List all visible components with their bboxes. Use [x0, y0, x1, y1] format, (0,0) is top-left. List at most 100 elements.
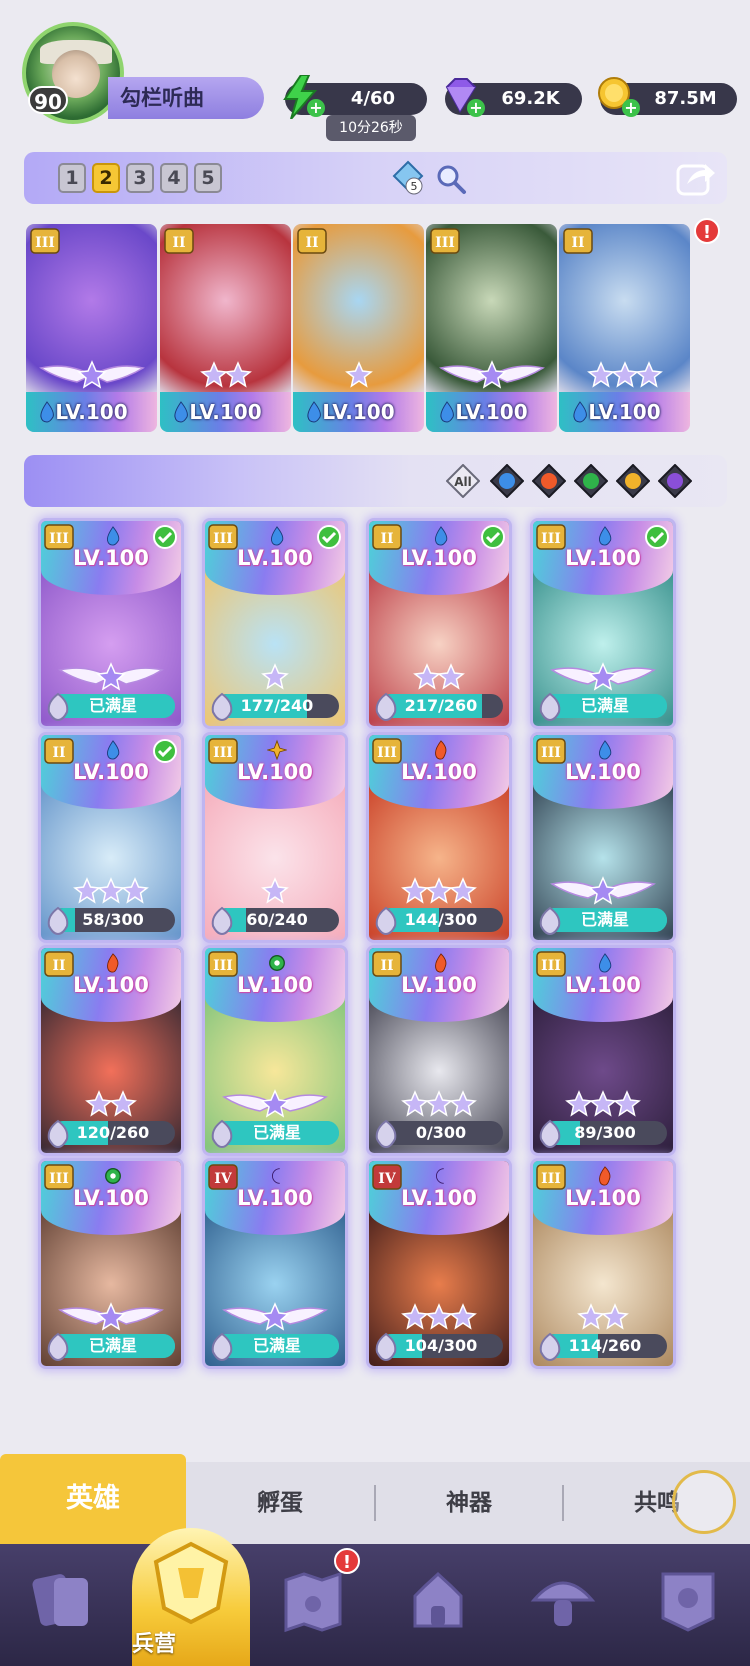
element-water-icon [434, 526, 448, 546]
hero-level: LV.100 [73, 973, 149, 997]
team-hero-card[interactable]: II LV.100 [559, 224, 690, 432]
team-hero-level: LV.100 [426, 392, 557, 432]
svg-text:III: III [541, 745, 561, 761]
hero-card[interactable]: II LV.100 0/300 [366, 945, 512, 1156]
player-level-badge: 90 [28, 86, 68, 114]
banner-icon [661, 1572, 715, 1632]
gem-counter[interactable]: + 69.2K [445, 78, 582, 117]
star-rating-icon [58, 662, 164, 691]
svg-text:III: III [49, 531, 69, 547]
element-water-icon [106, 526, 120, 546]
gold-counter[interactable]: + 87.5M [598, 77, 737, 117]
hero-card[interactable]: II LV.100 217/260 [366, 518, 512, 729]
share-icon[interactable] [675, 158, 717, 198]
filter-light-button[interactable] [616, 464, 650, 498]
team-tab-5[interactable]: 5 [194, 163, 222, 193]
filter-fire-button[interactable] [532, 464, 566, 498]
element-water-icon [598, 740, 612, 760]
team-selector-bar: 1 2 3 4 5 5 [24, 152, 727, 204]
tab-hero[interactable]: 英雄 [0, 1454, 186, 1544]
team-hero-level-text: LV.100 [455, 400, 528, 424]
hero-shard-icon [47, 906, 69, 936]
hero-card[interactable]: IV LV.100 已满星 [202, 1158, 348, 1369]
nav-mushroom[interactable] [500, 1544, 625, 1666]
add-gold-icon[interactable]: + [622, 99, 640, 117]
hero-card[interactable]: III LV.100 177/240 [202, 518, 348, 729]
hero-shard-text: 114/260 [568, 1336, 642, 1355]
element-fire-icon [435, 953, 447, 973]
player-name[interactable]: 勾栏听曲 [108, 77, 264, 119]
hero-shard-text: 144/300 [404, 910, 478, 929]
team-hero-card[interactable]: III LV.100 [426, 224, 557, 432]
element-water-icon [573, 401, 587, 423]
svg-text:II: II [52, 745, 65, 761]
add-energy-icon[interactable]: + [307, 99, 325, 117]
hero-shard-icon [47, 1119, 69, 1149]
hero-card[interactable]: III LV.100 已满星 [38, 518, 184, 729]
hero-level: LV.100 [565, 760, 641, 784]
team-crystal-icon[interactable]: 5 [390, 160, 426, 196]
map-icon [284, 1571, 342, 1633]
hero-card[interactable]: II LV.100 120/260 [38, 945, 184, 1156]
team-hero-card[interactable]: II LV.100 [160, 224, 291, 432]
nav-barracks[interactable]: 兵营 [132, 1528, 250, 1666]
team-hero-level: LV.100 [160, 392, 291, 432]
nav-guild[interactable] [625, 1544, 750, 1666]
hero-level: LV.100 [565, 546, 641, 570]
hero-shard-text: 已满星 [88, 1336, 137, 1355]
hero-shard-text: 0/300 [415, 1123, 467, 1142]
team-tab-2[interactable]: 2 [92, 163, 120, 193]
tab-artifact[interactable]: 神器 [376, 1462, 562, 1544]
floating-menu-button[interactable] [672, 1470, 736, 1534]
energy-counter[interactable]: + 4/60 [283, 75, 427, 119]
filter-water-button[interactable] [490, 464, 524, 498]
hero-card[interactable]: III LV.100 144/300 [366, 732, 512, 943]
star-rating-icon [401, 1303, 477, 1330]
svg-text:III: III [213, 745, 233, 761]
svg-text:II: II [172, 235, 185, 251]
hero-shard-icon [375, 906, 397, 936]
team-tab-3[interactable]: 3 [126, 163, 154, 193]
star-rating-icon [438, 360, 545, 389]
svg-text:II: II [380, 531, 393, 547]
team-hero-card[interactable]: III LV.100 [26, 224, 157, 432]
star-rating-icon [550, 876, 656, 905]
element-water-icon [106, 740, 120, 760]
tab-hatch[interactable]: 孵蛋 [186, 1462, 374, 1544]
element-water-icon [598, 526, 612, 546]
team-tab-1[interactable]: 1 [58, 163, 86, 193]
star-rating-icon [261, 663, 289, 690]
hero-card[interactable]: IV LV.100 104/300 [366, 1158, 512, 1369]
svg-text:III: III [377, 745, 397, 761]
hero-card[interactable]: III LV.100 114/260 [530, 1158, 676, 1369]
hero-shard-text: 58/300 [82, 910, 144, 929]
hero-shard-text: 已满星 [580, 696, 629, 715]
hero-card[interactable]: III LV.100 已满星 [530, 518, 676, 729]
magnifier-icon[interactable] [434, 162, 468, 196]
star-rating-icon [586, 361, 663, 388]
hero-shard-icon [539, 906, 561, 936]
team-hero-level: LV.100 [293, 392, 424, 432]
element-dark-icon [436, 1168, 444, 1184]
hero-shard-icon [47, 1332, 69, 1362]
team-tab-4[interactable]: 4 [160, 163, 188, 193]
hero-card[interactable]: III LV.100 已满星 [38, 1158, 184, 1369]
star-rating-icon [199, 361, 252, 388]
filter-all-button[interactable]: All [446, 464, 480, 498]
hero-card[interactable]: II LV.100 58/300 [38, 732, 184, 943]
add-gems-icon[interactable]: + [467, 99, 485, 117]
team-hero-card[interactable]: II LV.100 [293, 224, 424, 432]
star-rating-icon [344, 361, 373, 388]
nav-cards[interactable] [0, 1544, 125, 1666]
filter-wind-button[interactable] [574, 464, 608, 498]
nav-castle[interactable] [375, 1544, 500, 1666]
hero-card[interactable]: III LV.100 已满星 [530, 732, 676, 943]
hero-card[interactable]: III LV.100 已满星 [202, 945, 348, 1156]
filter-dark-button[interactable] [658, 464, 692, 498]
hero-card[interactable]: III LV.100 89/300 [530, 945, 676, 1156]
hero-level: LV.100 [73, 546, 149, 570]
hero-card[interactable]: III LV.100 60/240 [202, 732, 348, 943]
element-fire-icon [107, 953, 119, 973]
star-rating-icon [401, 877, 477, 904]
nav-map[interactable]: ! [250, 1544, 375, 1666]
